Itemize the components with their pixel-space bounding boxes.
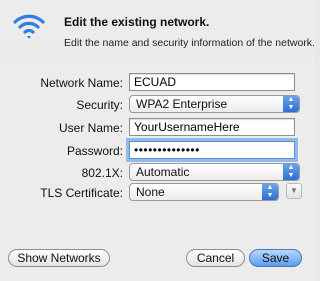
show-networks-button[interactable]: Show Networks bbox=[8, 249, 110, 267]
updown-arrows-icon: ▲ ▼ bbox=[283, 96, 299, 112]
security-label: Security: bbox=[76, 98, 123, 112]
username-label: User Name: bbox=[58, 121, 123, 135]
username-field[interactable] bbox=[129, 118, 295, 136]
dot1x-select-value: Automatic bbox=[136, 165, 190, 179]
dialog-subtitle: Edit the name and security information o… bbox=[64, 37, 315, 49]
password-label: Password: bbox=[66, 144, 123, 158]
tls-certificate-select[interactable]: None ▲ ▼ bbox=[129, 183, 279, 201]
dot1x-label: 802.1X: bbox=[81, 166, 123, 180]
network-name-field[interactable] bbox=[129, 73, 295, 91]
updown-arrows-icon: ▲ ▼ bbox=[283, 164, 299, 180]
tls-certificate-select-value: None bbox=[136, 185, 165, 199]
password-field[interactable] bbox=[129, 141, 295, 159]
edit-network-sheet: Edit the existing network. Edit the name… bbox=[0, 0, 315, 281]
dot1x-select[interactable]: Automatic ▲ ▼ bbox=[129, 163, 300, 181]
cancel-button[interactable]: Cancel bbox=[186, 249, 245, 267]
updown-arrows-icon: ▲ ▼ bbox=[262, 184, 278, 200]
save-button[interactable]: Save bbox=[249, 249, 302, 267]
security-select[interactable]: WPA2 Enterprise ▲ ▼ bbox=[129, 95, 300, 113]
sheet-header: Edit the existing network. Edit the name… bbox=[0, 0, 315, 60]
dialog-title: Edit the existing network. bbox=[64, 15, 210, 29]
wifi-icon bbox=[13, 14, 45, 39]
tls-certificate-menu-button[interactable]: ▼ bbox=[286, 183, 302, 199]
network-name-label: Network Name: bbox=[40, 76, 123, 90]
security-select-value: WPA2 Enterprise bbox=[136, 97, 228, 111]
tls-certificate-label: TLS Certificate: bbox=[40, 186, 123, 200]
